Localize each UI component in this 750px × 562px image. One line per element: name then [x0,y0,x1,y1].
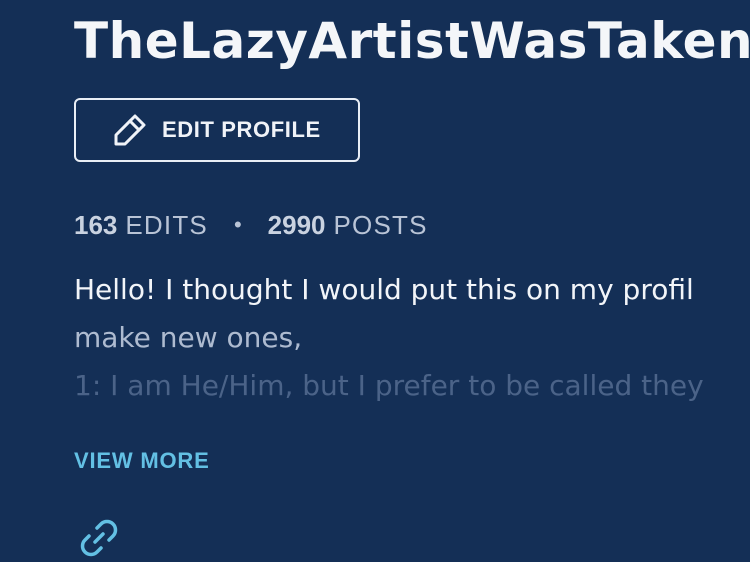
edits-label: EDITS [125,209,208,240]
link-icon[interactable] [74,516,122,562]
edits-count: 163 [74,209,118,240]
stats-separator: • [233,212,242,237]
profile-stats: 163 EDITS • 2990 POSTS [74,208,428,242]
bio-line: 1: I am He/Him, but I prefer to be calle… [74,369,704,402]
bio-line: make new ones, [74,321,303,354]
profile-username: TheLazyArtistWasTaken [74,12,750,70]
profile-bio: Hello! I thought I would put this on my … [74,266,750,410]
posts-label: POSTS [333,209,428,240]
edit-profile-label: EDIT PROFILE [162,117,321,142]
edit-profile-button[interactable]: EDIT PROFILE [74,98,360,162]
bio-line: Hello! I thought I would put this on my … [74,273,694,306]
view-more-link[interactable]: VIEW MORE [74,448,210,474]
posts-count: 2990 [267,209,326,240]
pencil-icon [110,110,150,150]
